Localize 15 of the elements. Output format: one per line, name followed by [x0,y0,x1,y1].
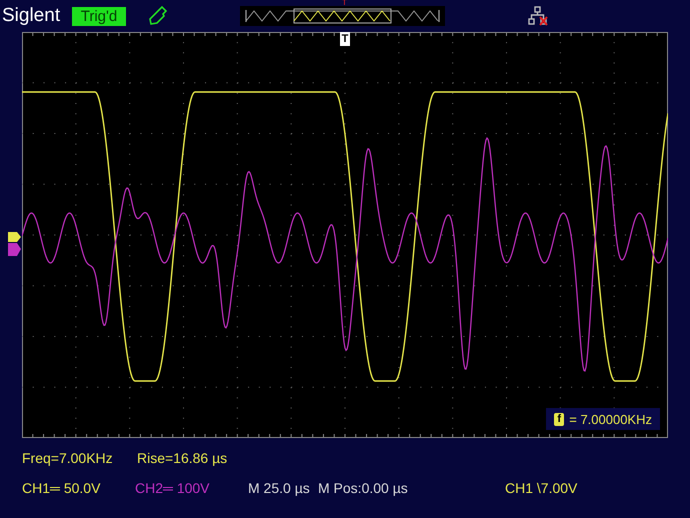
trigger-position-marker: T [340,32,350,46]
probe-icon [148,5,168,27]
brand-label: Siglent [2,5,62,27]
status-readout: M 25.0 µs [248,480,311,496]
frequency-badge: f [554,412,564,426]
frequency-value: = 7.00000KHz [569,412,652,426]
measurement-readout: Rise=16.86 µs [137,450,228,466]
status-readout: CH1 \7.00V [505,480,578,496]
status-readout: CH1═ 50.0V [22,480,102,496]
network-disconnected-icon [528,6,548,26]
measurement-readout: Freq=7.00KHz [22,450,114,466]
status-readout: M Pos:0.00 µs [318,480,409,496]
trigger-status-badge: Trig'd [72,6,126,26]
channel-markers-icon [8,232,22,258]
status-readout: CH2═ 100V [135,480,211,496]
